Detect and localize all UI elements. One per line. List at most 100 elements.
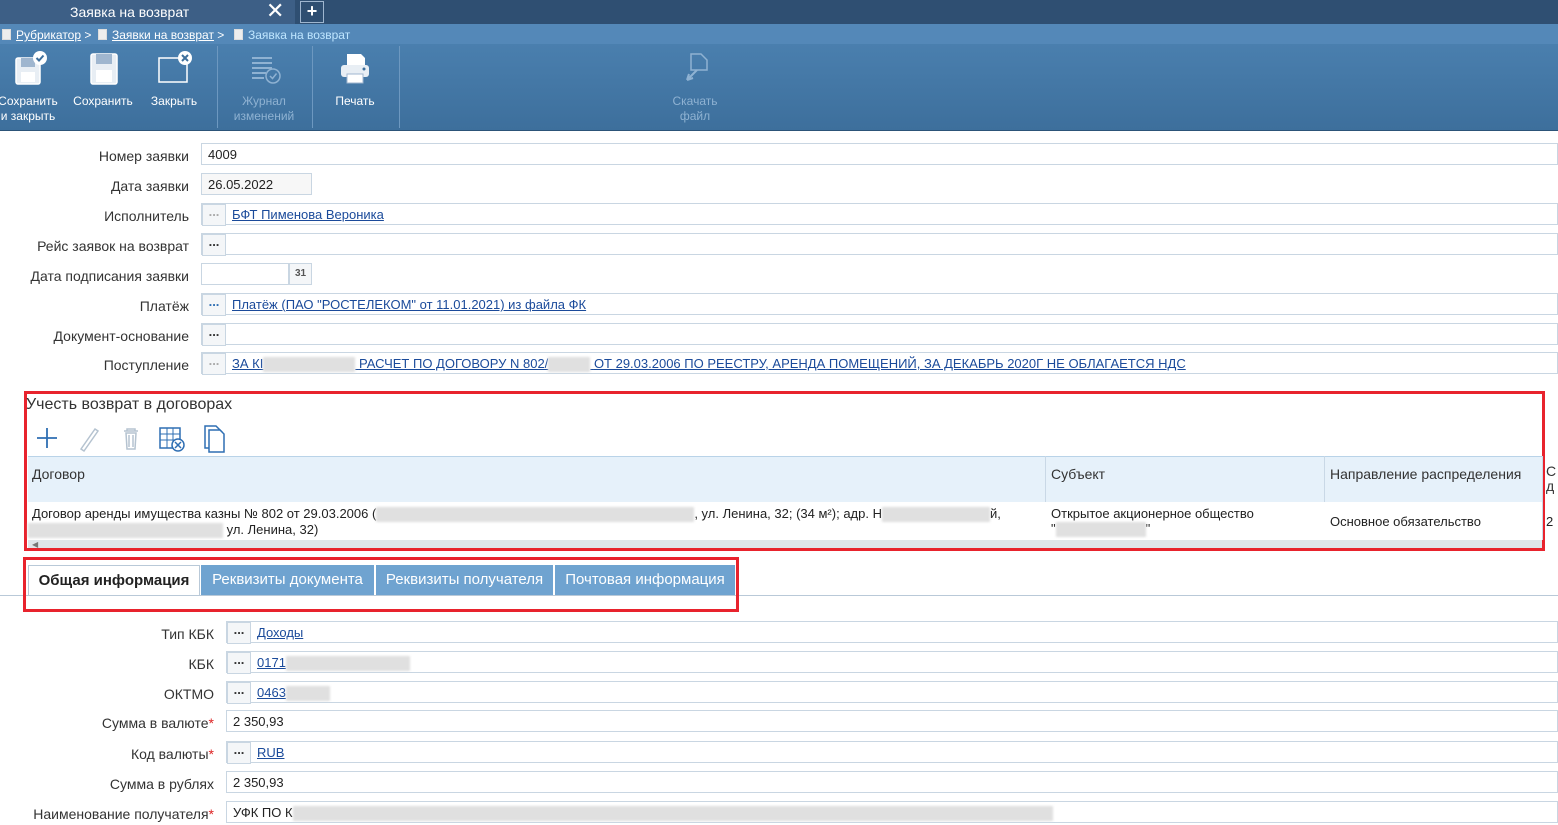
payment-label: Платёж	[139, 298, 189, 314]
close-button[interactable]: Закрыть	[144, 44, 204, 130]
kbk-field[interactable]: ... 0171	[226, 651, 1558, 674]
scroll-left-icon[interactable]: ◀	[32, 540, 38, 549]
kbk-select-button[interactable]: ...	[227, 652, 251, 674]
row-request-date: Дата заявки 26.05.2022	[0, 173, 1558, 197]
currency-code-label: Код валюты*	[130, 746, 214, 762]
save-button[interactable]: Сохранить	[70, 44, 136, 130]
row-kbk-type: Тип КБК ... Доходы	[0, 621, 1558, 645]
request-date-field[interactable]: 26.05.2022	[201, 173, 312, 195]
column-divider	[1542, 456, 1543, 540]
toolbar-separator	[312, 46, 313, 128]
kbk-type-link[interactable]: Доходы	[257, 625, 303, 640]
table-settings-icon[interactable]	[158, 423, 186, 453]
cell-subject: Открытое акционерное общество " "	[1051, 506, 1254, 538]
currency-code-field[interactable]: ... RUB	[226, 741, 1558, 764]
column-direction[interactable]: Направление распределения	[1330, 466, 1521, 482]
kbk-type-field[interactable]: ... Доходы	[226, 621, 1558, 644]
executor-label: Исполнитель	[104, 208, 189, 224]
close-tab-icon[interactable]: ✕	[266, 0, 284, 24]
executor-field[interactable]: ... БФТ Пименова Вероника	[201, 203, 1558, 226]
sign-date-input[interactable]	[201, 263, 289, 285]
oktmo-field[interactable]: ... 0463	[226, 681, 1558, 704]
row-return-trip: Рейс заявок на возврат ...	[0, 233, 1558, 257]
kbk-type-select-button[interactable]: ...	[227, 622, 251, 644]
sum-currency-input[interactable]: 2 350,93	[226, 710, 1558, 732]
breadcrumb-item-return-requests[interactable]: Заявки на возврат >	[98, 28, 224, 42]
row-oktmo: ОКТМО ... 0463	[0, 681, 1558, 705]
kbk-link[interactable]: 0171	[257, 655, 410, 672]
breadcrumb-item-rubricator[interactable]: Рубрикатор >	[2, 28, 91, 42]
basis-document-select-button[interactable]: ...	[202, 324, 226, 346]
return-trip-select-button[interactable]: ...	[202, 234, 226, 256]
column-extra[interactable]: Сд	[1546, 464, 1556, 494]
tabs-highlight	[23, 557, 739, 612]
request-number-label: Номер заявки	[98, 148, 189, 164]
executor-select-button[interactable]: ...	[202, 204, 226, 226]
sum-currency-label: Сумма в валюте*	[101, 715, 214, 731]
payment-field[interactable]: ... Платёж (ПАО "РОСТЕЛЕКОМ" от 11.01.20…	[201, 293, 1558, 316]
return-trip-field[interactable]: ...	[201, 233, 1558, 256]
save-and-close-button[interactable]: Сохранить и закрыть	[0, 44, 60, 130]
column-contract[interactable]: Договор	[32, 466, 85, 482]
executor-link[interactable]: БФТ Пименова Вероника	[232, 207, 384, 222]
row-basis-document: Документ-основание ...	[0, 323, 1558, 347]
column-subject[interactable]: Субъект	[1051, 466, 1105, 482]
sum-rub-label: Сумма в рублях	[109, 776, 214, 792]
row-receipt: Поступление ... ЗА КІ РАСЧЕТ ПО ДОГОВОРУ…	[0, 352, 1558, 376]
row-kbk: КБК ... 0171	[0, 651, 1558, 675]
printer-icon	[341, 54, 369, 84]
download-file-button[interactable]: Скачать файл	[660, 44, 730, 130]
receipt-label: Поступление	[103, 357, 189, 373]
kbk-type-label: Тип КБК	[161, 626, 214, 642]
calendar-icon[interactable]: 31	[289, 263, 312, 285]
cell-extra: 2	[1546, 514, 1554, 529]
basis-document-label: Документ-основание	[53, 328, 189, 344]
kbk-label: КБК	[188, 656, 215, 672]
contracts-section-title: Учесть возврат в договорах	[26, 396, 233, 413]
delete-icon[interactable]	[118, 423, 144, 453]
return-trip-label: Рейс заявок на возврат	[37, 238, 189, 254]
document-icon	[234, 29, 243, 40]
document-icon	[98, 29, 107, 40]
change-log-button[interactable]: Журнал изменений	[226, 44, 302, 130]
cell-direction: Основное обязательство	[1330, 514, 1481, 529]
cell-contract: Договор аренды имущества казны № 802 от …	[28, 506, 1042, 539]
table-row[interactable]: Договор аренды имущества казны № 802 от …	[28, 502, 1553, 540]
payment-link[interactable]: Платёж (ПАО "РОСТЕЛЕКОМ" от 11.01.2021) …	[232, 297, 586, 312]
close-document-icon	[158, 51, 192, 83]
save-icon	[90, 53, 118, 85]
new-tab-button[interactable]: +	[300, 1, 324, 23]
document-tab-title: Заявка на возврат	[70, 4, 190, 20]
copy-icon[interactable]	[200, 423, 228, 453]
currency-code-link[interactable]: RUB	[257, 745, 284, 760]
document-icon	[2, 29, 11, 40]
receipt-link[interactable]: ЗА КІ РАСЧЕТ ПО ДОГОВОРУ N 802/ ОТ 29.03…	[232, 356, 1186, 373]
sign-date-label: Дата подписания заявки	[30, 268, 190, 284]
request-number-field[interactable]: 4009	[201, 143, 1558, 165]
toolbar-separator	[399, 46, 400, 128]
oktmo-select-button[interactable]: ...	[227, 682, 251, 704]
receipt-select-button[interactable]: ...	[202, 353, 226, 375]
payment-select-button[interactable]: ...	[202, 294, 226, 316]
row-sign-date: Дата подписания заявки 31	[0, 263, 1558, 287]
receipt-field[interactable]: ... ЗА КІ РАСЧЕТ ПО ДОГОВОРУ N 802/ ОТ 2…	[201, 352, 1558, 375]
print-button[interactable]: Печать	[320, 44, 390, 130]
row-recipient-name: Наименование получателя* УФК ПО К	[0, 801, 1558, 825]
breadcrumb: Рубрикатор > Заявки на возврат > Заявка …	[0, 24, 1558, 44]
add-icon[interactable]	[34, 423, 60, 453]
row-executor: Исполнитель ... БФТ Пименова Вероника	[0, 203, 1558, 227]
breadcrumb-current: Заявка на возврат	[234, 28, 350, 42]
sum-rub-input[interactable]: 2 350,93	[226, 771, 1558, 793]
recipient-name-input[interactable]: УФК ПО К	[226, 801, 1558, 823]
basis-document-field[interactable]: ...	[201, 323, 1558, 346]
document-tab[interactable]: Заявка на возврат ✕	[0, 0, 295, 24]
horizontal-scrollbar[interactable]: ◀	[28, 540, 1542, 549]
journal-icon	[252, 57, 281, 84]
row-request-number: Номер заявки 4009	[0, 143, 1558, 167]
toolbar: Сохранить и закрыть Сохранить Закрыть Жур…	[0, 44, 1558, 131]
edit-icon[interactable]	[76, 423, 102, 453]
oktmo-link[interactable]: 0463	[257, 685, 330, 702]
currency-code-select-button[interactable]: ...	[227, 742, 251, 764]
row-payment: Платёж ... Платёж (ПАО "РОСТЕЛЕКОМ" от 1…	[0, 293, 1558, 317]
recipient-name-label: Наименование получателя*	[33, 806, 214, 822]
